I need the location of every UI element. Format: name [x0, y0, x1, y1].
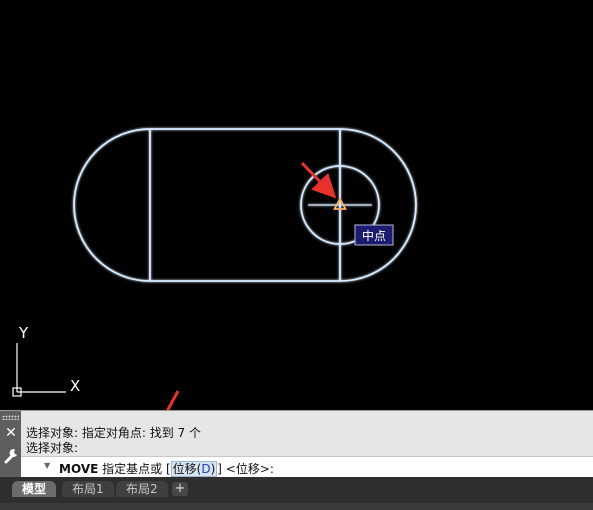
tab-layout1[interactable]: 布局1	[62, 481, 114, 497]
layout-tab-bar: 模型 布局1 布局2 +	[0, 477, 593, 510]
tab-layout2[interactable]: 布局2	[116, 481, 168, 497]
snap-tooltip: 中点	[354, 224, 394, 246]
command-keyword: MOVE	[59, 462, 99, 476]
displacement-option-button[interactable]: 位移(D)	[170, 461, 218, 477]
ucs-icon: Y X	[12, 324, 80, 397]
annotation-arrow-2	[140, 390, 180, 460]
command-input-row[interactable]: ▼ MOVE 指定基点或 [位移(D)] <位移>:	[21, 456, 593, 478]
recent-commands-dropdown-icon[interactable]: ▼	[44, 461, 50, 470]
drawing-svg[interactable]: 中点 Y X	[0, 0, 593, 460]
ucs-y-label: Y	[18, 324, 29, 342]
command-prompt-default: ] <位移>:	[217, 462, 274, 476]
history-line-2: 选择对象:	[26, 441, 79, 455]
drawing-canvas[interactable]: 中点 Y X	[0, 0, 593, 460]
command-input[interactable]: MOVE 指定基点或 [位移(D)] <位移>:	[59, 460, 274, 477]
tab-model[interactable]: 模型	[12, 481, 57, 497]
command-panel-toolbar: ✕	[0, 411, 21, 478]
close-icon[interactable]: ✕	[3, 425, 19, 441]
tab-bar-strip	[0, 503, 593, 510]
snap-tooltip-text: 中点	[362, 228, 386, 243]
annotation-arrow-1	[300, 161, 337, 199]
wrench-icon[interactable]	[3, 447, 19, 465]
slot-left-arc[interactable]	[73, 128, 151, 282]
option-paren-close: )	[210, 462, 216, 476]
drag-grip-icon[interactable]	[2, 415, 19, 420]
option-label: 位移	[172, 462, 197, 476]
command-line-panel: ✕ 选择对象: 指定对角点: 找到 7 个 选择对象: ▼ MOVE 指定基点或…	[0, 410, 593, 478]
add-layout-button[interactable]: +	[172, 482, 188, 496]
option-key: D	[201, 462, 211, 476]
command-prompt-text: 指定基点或 [	[98, 462, 171, 476]
ucs-x-label: X	[70, 377, 80, 395]
